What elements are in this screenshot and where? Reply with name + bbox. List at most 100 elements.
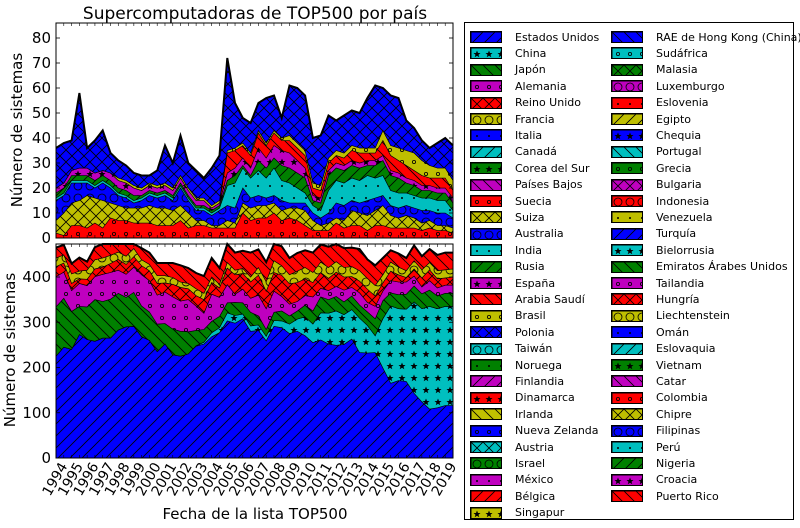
legend-item: Nigeria <box>611 455 695 471</box>
legend-item: Hungría <box>611 291 700 307</box>
legend-swatch <box>470 408 502 421</box>
legend-swatch <box>611 244 643 257</box>
legend-swatch <box>611 309 643 322</box>
legend-item: Luxemburgo <box>611 78 725 94</box>
legend-swatch <box>470 506 502 519</box>
legend-item: Francia <box>470 111 555 127</box>
legend-item: Filipinas <box>611 423 700 439</box>
legend-swatch <box>611 293 643 306</box>
legend-item: Japón <box>470 62 546 78</box>
legend-item: Brasil <box>470 308 546 324</box>
top-ytick-label: 0 <box>41 229 51 247</box>
legend-label: China <box>515 46 547 60</box>
legend-label: Suiza <box>515 210 545 224</box>
legend-swatch <box>470 244 502 257</box>
legend-label: Israel <box>515 456 546 470</box>
legend-label: Portugal <box>656 145 702 159</box>
legend-swatch <box>611 326 643 339</box>
legend-item: Catar <box>611 373 686 389</box>
legend-swatch <box>611 63 643 76</box>
legend-label: Filipinas <box>656 424 701 438</box>
legend-swatch <box>470 359 502 371</box>
bottom-ytick-label: 400 <box>22 268 51 286</box>
top-y-axis-label: Número de sistemas <box>8 53 26 208</box>
legend-item: Alemania <box>470 78 567 94</box>
legend-label: Países Bajos <box>515 178 583 192</box>
legend-label: Grecia <box>656 161 692 175</box>
top-ytick-label: 10 <box>32 204 51 222</box>
legend-item: Venezuela <box>611 209 713 225</box>
legend-label: RAE de Hong Kong (China) <box>656 30 800 44</box>
legend-swatch <box>470 441 502 453</box>
legend-label: España <box>515 276 556 290</box>
legend-swatch <box>470 47 502 60</box>
legend-item: Chequia <box>611 127 701 143</box>
legend-item: Canadá <box>470 144 557 160</box>
chart-title: Supercomputadoras de TOP500 por país <box>83 4 427 24</box>
legend-swatch <box>611 31 643 43</box>
legend-swatch <box>611 211 643 224</box>
legend-item: China <box>470 45 546 61</box>
legend-swatch <box>470 277 502 289</box>
top-ytick-label: 60 <box>32 79 51 97</box>
legend-swatch <box>611 129 643 142</box>
legend-swatch <box>470 457 502 470</box>
legend-item: RAE de Hong Kong (China) <box>611 29 800 45</box>
legend-swatch <box>470 195 502 207</box>
legend-label: Malasia <box>656 63 698 77</box>
top-plot: 0 10 20 30 40 50 60 70 80 Número de sistemas <box>8 22 454 247</box>
legend-label: Francia <box>515 112 555 126</box>
legend-item: Irlanda <box>470 406 553 422</box>
legend-label: Corea del Sur <box>515 161 590 175</box>
legend: Estados Unidos China Japón Alemania Reino Un… <box>464 22 800 520</box>
legend-label: Estados Unidos <box>515 30 600 44</box>
legend-item: Sudáfrica <box>611 45 708 61</box>
legend-swatch <box>611 96 643 109</box>
legend-item: Arabia Saudí <box>470 291 585 307</box>
legend-swatch <box>470 63 502 76</box>
legend-label: Bélgica <box>515 489 556 503</box>
legend-label: India <box>515 243 542 257</box>
legend-label: Hungría <box>656 292 700 306</box>
legend-item: Italia <box>470 127 542 143</box>
legend-swatch <box>470 113 502 125</box>
legend-swatch <box>470 342 502 355</box>
legend-swatch <box>470 80 502 93</box>
legend-label: Irlanda <box>515 407 554 421</box>
legend-label: Luxemburgo <box>656 79 725 93</box>
legend-item: Austria <box>470 439 554 455</box>
legend-label: Venezuela <box>656 210 713 224</box>
legend-label: Noruega <box>515 358 562 372</box>
legend-label: Japón <box>515 63 546 77</box>
legend-item: Dinamarca <box>470 390 575 406</box>
legend-swatch <box>470 178 502 191</box>
legend-item: Colombia <box>611 390 708 406</box>
legend-item: Polonia <box>470 324 555 340</box>
legend-swatch <box>611 145 643 158</box>
top-ytick-label: 30 <box>32 154 51 172</box>
legend-label: Chipre <box>656 407 692 421</box>
legend-label: Omán <box>656 325 690 339</box>
legend-label: Emiratos Árabes Unidos <box>656 260 788 274</box>
legend-label: Puerto Rico <box>656 489 719 503</box>
top-ytick-label: 50 <box>32 104 51 122</box>
bottom-plot: 0100200300400 19941995199619971998199920… <box>1 242 460 523</box>
legend-item: Perú <box>611 439 681 455</box>
legend-swatch <box>470 326 502 339</box>
legend-swatch <box>611 359 643 371</box>
legend-swatch <box>611 227 643 240</box>
legend-label: Arabia Saudí <box>515 292 585 306</box>
legend-swatch <box>470 424 502 437</box>
legend-label: Vietnam <box>656 358 702 372</box>
legend-item: Egipto <box>611 111 691 127</box>
legend-label: Alemania <box>515 79 567 93</box>
top-ytick-label: 40 <box>32 129 51 147</box>
legend-label: Chequia <box>656 128 702 142</box>
legend-label: Rusia <box>515 260 545 274</box>
legend-swatch <box>611 391 643 404</box>
legend-item: Corea del Sur <box>470 160 589 176</box>
legend-label: Singapur <box>515 506 565 520</box>
legend-label: Finlandia <box>515 374 565 388</box>
legend-item: Reino Unido <box>470 95 581 111</box>
legend-swatch <box>470 227 502 240</box>
